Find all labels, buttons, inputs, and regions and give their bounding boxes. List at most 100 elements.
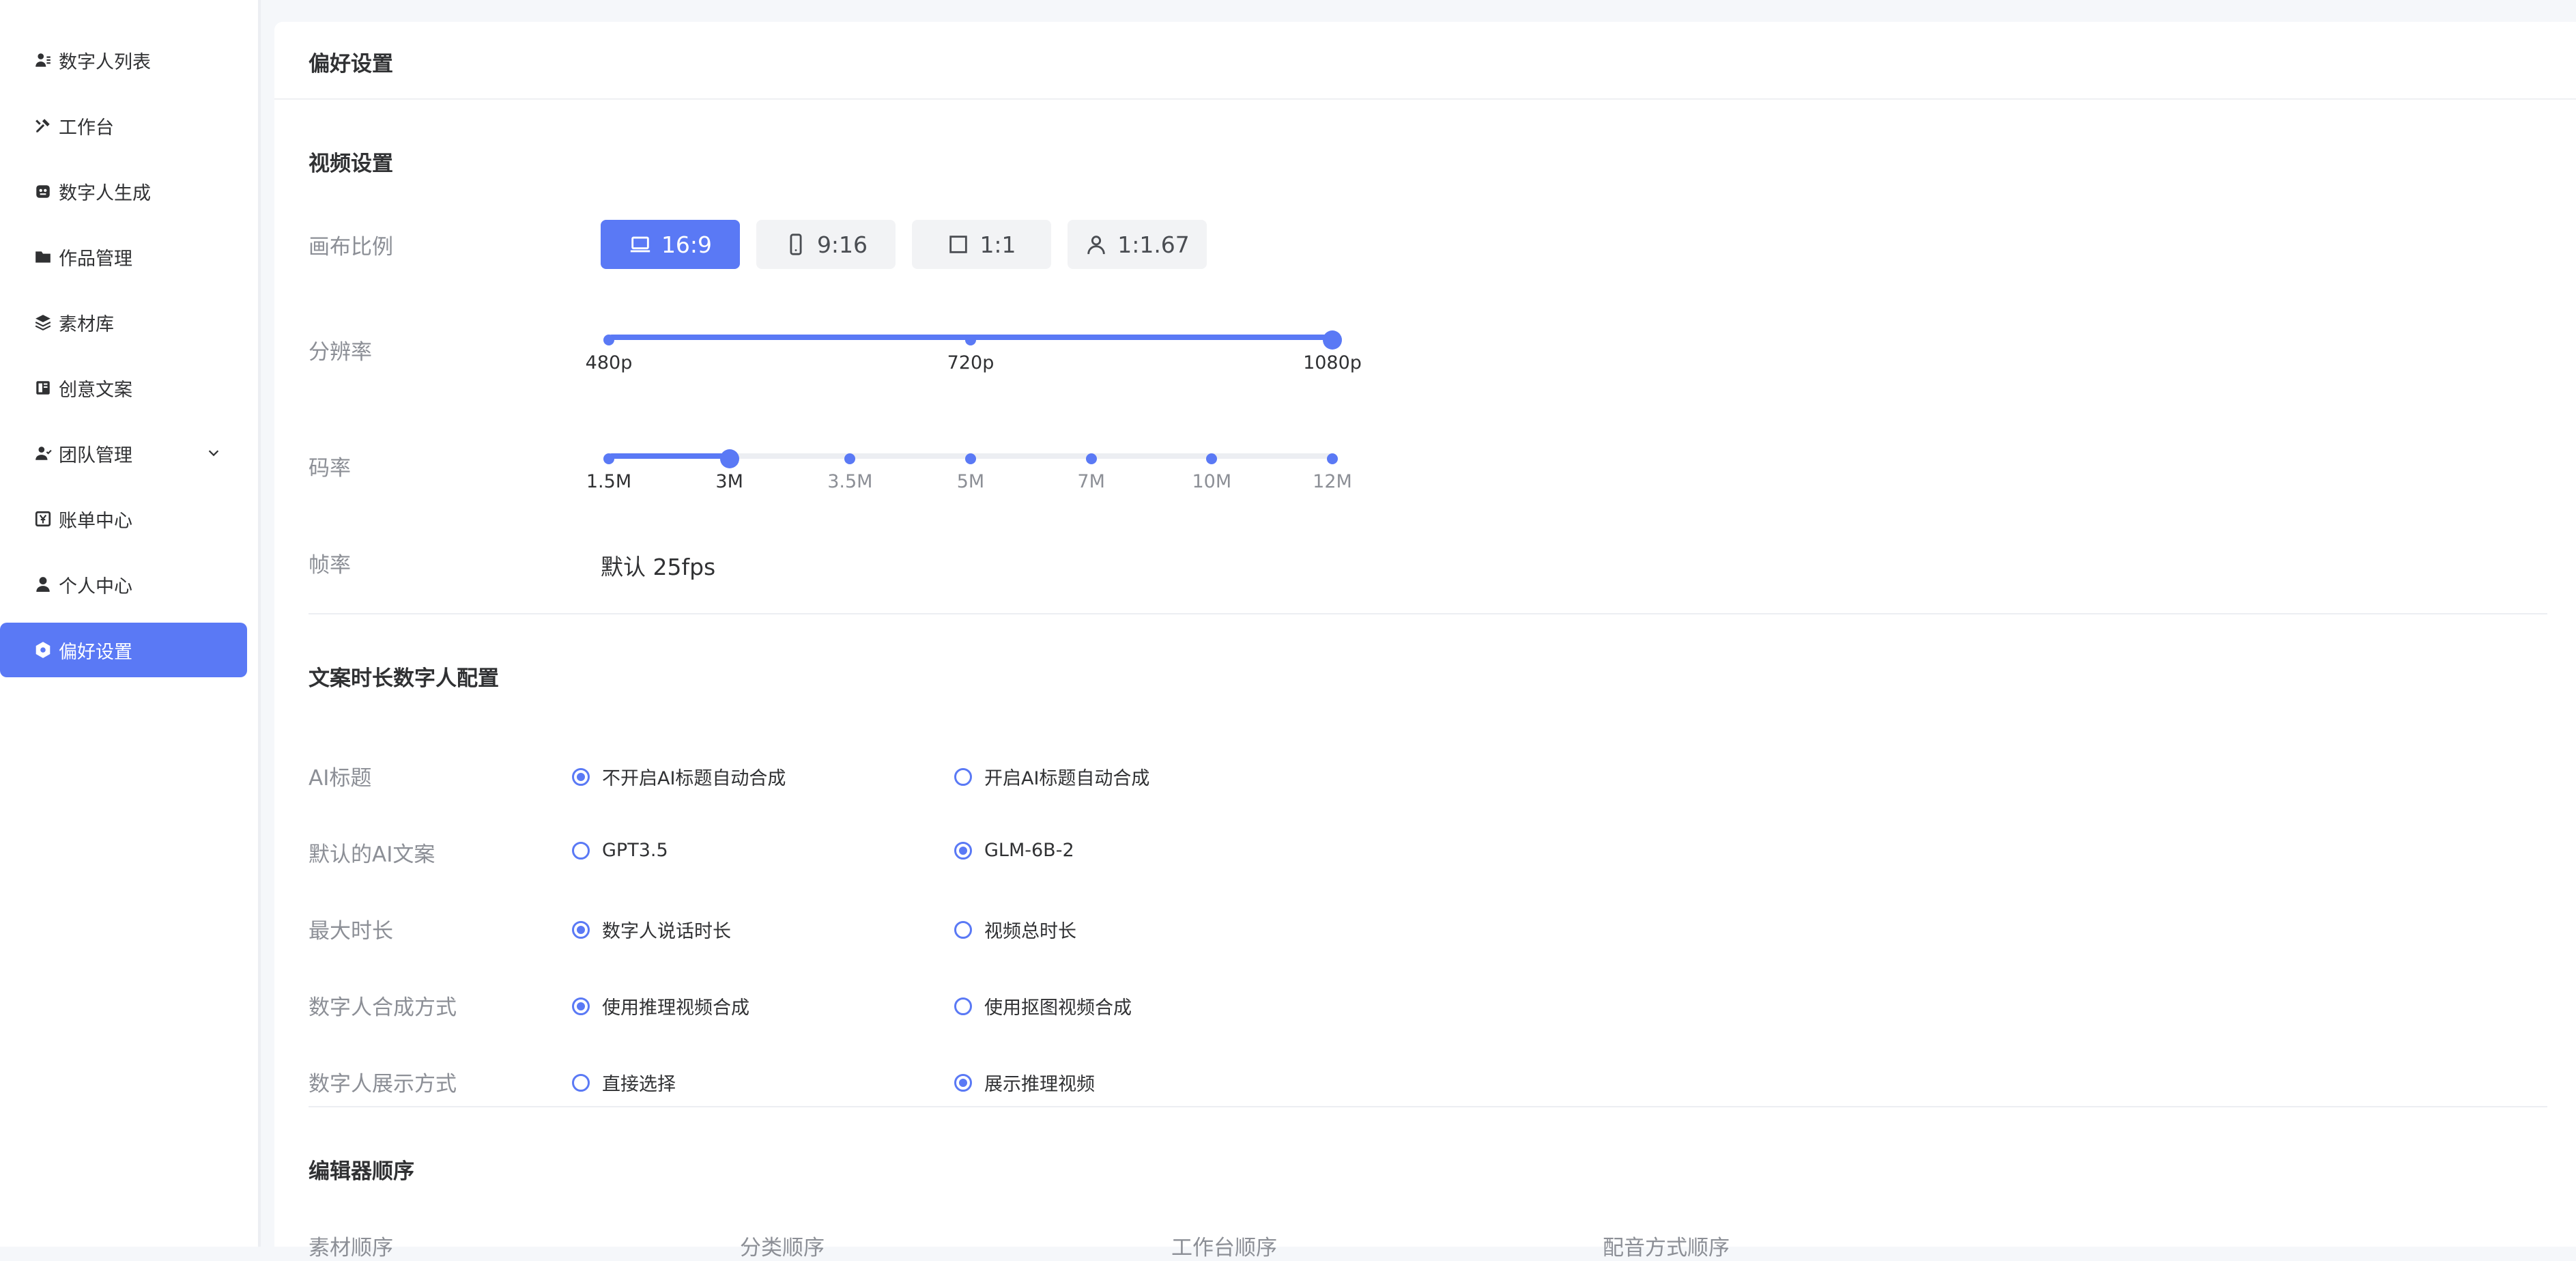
resolution-slider-handle[interactable] <box>1323 330 1342 350</box>
sidebar-item-works[interactable]: 作品管理 <box>0 229 247 284</box>
page-title: 偏好设置 <box>309 52 393 76</box>
radio-checked-icon[interactable] <box>572 767 590 786</box>
radio-option[interactable]: 视频总时长 <box>954 916 1076 943</box>
slider-fill <box>609 453 730 459</box>
radio-label: 开启AI标题自动合成 <box>984 768 1150 789</box>
radio-checked-icon[interactable] <box>954 841 972 860</box>
radio-unchecked-icon[interactable] <box>572 1073 590 1092</box>
user-list-icon <box>33 50 53 70</box>
radio-label: GPT3.5 <box>602 840 668 861</box>
sidebar-item-label: 工作台 <box>59 117 114 139</box>
radio-label: 直接选择 <box>602 1074 676 1095</box>
radio-unchecked-icon[interactable] <box>954 997 972 1015</box>
bitrate-slider-stop[interactable] <box>844 453 856 464</box>
divider <box>309 1106 2547 1107</box>
radio-option[interactable]: GPT3.5 <box>572 840 668 861</box>
sidebar-item-materials[interactable]: 素材库 <box>0 295 247 350</box>
bitrate-tick-label: 3M <box>715 471 743 492</box>
ratio-label: 1:1 <box>979 231 1016 258</box>
copy-config-title: 文案时长数字人配置 <box>309 666 499 691</box>
bitrate-tick-label: 1.5M <box>586 471 632 492</box>
sidebar-item-preferences[interactable]: 偏好设置 <box>0 623 247 677</box>
ratio-label: 16:9 <box>661 231 713 258</box>
resolution-tick-label: 1080p <box>1303 352 1362 373</box>
resolution-tick-label: 480p <box>585 352 633 373</box>
ratio-1-1-button[interactable]: 1:1 <box>912 220 1051 269</box>
team-icon <box>33 443 53 464</box>
sidebar: 数字人列表 工作台 数字人生成 作品管理 素材库 创意文案 团队管理 账单中心 … <box>0 0 261 1247</box>
radio-label: GLM-6B-2 <box>984 840 1074 861</box>
resolution-slider-stop[interactable] <box>603 335 614 345</box>
radio-option[interactable]: 直接选择 <box>572 1069 676 1096</box>
ratio-16-9-button[interactable]: 16:9 <box>601 220 740 269</box>
ratio-1-1-67-button[interactable]: 1:1.67 <box>1068 220 1207 269</box>
sidebar-item-label: 个人中心 <box>59 576 132 597</box>
sidebar-item-creative-copy[interactable]: 创意文案 <box>0 360 247 415</box>
copy-row-label: 最大时长 <box>309 919 393 944</box>
radio-unchecked-icon[interactable] <box>954 767 972 786</box>
sidebar-item-profile[interactable]: 个人中心 <box>0 557 247 612</box>
sidebar-item-label: 作品管理 <box>59 248 132 270</box>
radio-option[interactable]: 使用推理视频合成 <box>572 993 749 1019</box>
bitrate-slider-stop[interactable] <box>965 453 976 464</box>
radio-option[interactable]: 展示推理视频 <box>954 1069 1095 1096</box>
radio-unchecked-icon[interactable] <box>954 920 972 939</box>
resolution-label: 分辨率 <box>309 340 372 365</box>
copy-row-label: 数字人展示方式 <box>309 1072 457 1096</box>
sidebar-item-label: 创意文案 <box>59 379 132 401</box>
sidebar-item-digital-human-list[interactable]: 数字人列表 <box>0 33 247 87</box>
resolution-slider-stop[interactable] <box>965 335 976 345</box>
sidebar-item-label: 素材库 <box>59 313 114 335</box>
copy-row-label: AI标题 <box>309 766 372 791</box>
bitrate-tick-label: 12M <box>1313 471 1352 492</box>
robot-icon <box>33 181 53 201</box>
phone-icon <box>790 233 802 255</box>
bitrate-slider-stop[interactable] <box>1085 453 1097 464</box>
bitrate-slider-stop[interactable] <box>1206 453 1218 464</box>
bitrate-tick-label: 3.5M <box>827 471 873 492</box>
document-icon <box>33 378 53 398</box>
video-settings-title: 视频设置 <box>309 152 393 176</box>
radio-checked-icon[interactable] <box>572 920 590 939</box>
bitrate-slider-handle[interactable] <box>719 449 739 468</box>
radio-unchecked-icon[interactable] <box>572 841 590 860</box>
sidebar-item-label: 数字人生成 <box>59 182 151 204</box>
radio-label: 视频总时长 <box>984 921 1076 942</box>
bitrate-tick-label: 5M <box>956 471 985 492</box>
radio-option[interactable]: 开启AI标题自动合成 <box>954 763 1149 790</box>
radio-label: 不开启AI标题自动合成 <box>602 768 786 789</box>
radio-option[interactable]: GLM-6B-2 <box>954 840 1074 861</box>
workbench-order-label: 工作台顺序 <box>1171 1236 1277 1260</box>
fps-label: 帧率 <box>309 553 351 578</box>
bitrate-label: 码率 <box>309 456 351 481</box>
ratio-label: 1:1.67 <box>1117 231 1190 258</box>
square-icon <box>949 236 968 253</box>
radio-checked-icon[interactable] <box>572 997 590 1015</box>
ratio-9-16-button[interactable]: 9:16 <box>756 220 896 269</box>
sidebar-item-workbench[interactable]: 工作台 <box>0 98 247 153</box>
editor-order-title: 编辑器顺序 <box>309 1159 414 1184</box>
material-order-label: 素材顺序 <box>309 1236 393 1260</box>
bitrate-tick-label: 7M <box>1077 471 1105 492</box>
radio-label: 展示推理视频 <box>984 1074 1095 1095</box>
bitrate-slider-stop[interactable] <box>603 453 614 464</box>
voice-order-label: 配音方式顺序 <box>1603 1236 1730 1260</box>
card-header: 偏好设置 <box>274 22 2576 100</box>
sidebar-item-team[interactable]: 团队管理 <box>0 426 247 481</box>
sidebar-item-digital-human-generate[interactable]: 数字人生成 <box>0 164 247 218</box>
copy-row-label: 数字人合成方式 <box>309 995 457 1020</box>
chevron-down-icon[interactable] <box>206 445 221 460</box>
radio-checked-icon[interactable] <box>954 1073 972 1092</box>
layers-icon <box>33 312 53 332</box>
radio-option[interactable]: 使用抠图视频合成 <box>954 993 1132 1019</box>
bitrate-slider-stop[interactable] <box>1327 453 1338 464</box>
divider <box>309 613 2547 614</box>
radio-option[interactable]: 数字人说话时长 <box>572 916 731 943</box>
portrait-icon <box>1087 236 1105 255</box>
radio-option[interactable]: 不开启AI标题自动合成 <box>572 763 786 790</box>
preferences-card: 偏好设置 视频设置 画布比例 16:9 9:16 1:1 1:1.67 分辨率 … <box>274 22 2576 1260</box>
laptop-icon <box>630 236 650 253</box>
radio-label: 数字人说话时长 <box>602 921 731 942</box>
radio-label: 使用推理视频合成 <box>602 997 749 1019</box>
sidebar-item-billing[interactable]: 账单中心 <box>0 492 247 546</box>
